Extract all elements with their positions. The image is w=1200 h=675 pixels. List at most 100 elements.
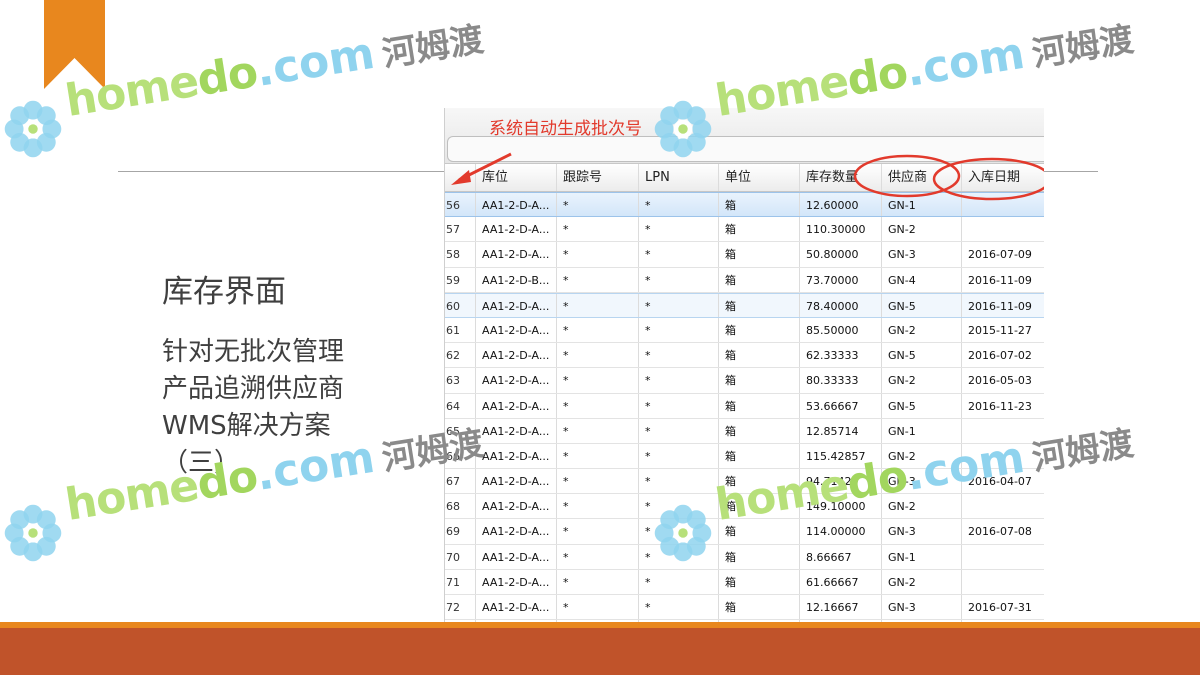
location-cell: AA1-2-D-A... <box>476 418 557 443</box>
batch-no-cell: 367 <box>445 469 476 494</box>
table-row[interactable]: 359AA1-2-D-B...**箱73.70000GN-42016-11-09 <box>445 267 1044 293</box>
batch-no-cell: 366 <box>445 443 476 469</box>
table-row[interactable]: 357AA1-2-D-A...**箱110.30000GN-2 <box>445 217 1044 243</box>
unit-cell: 箱 <box>719 494 800 519</box>
tracking-cell: * <box>557 494 639 519</box>
location-cell: AA1-2-D-A... <box>476 368 557 393</box>
supplier-cell: GN-2 <box>882 217 962 242</box>
location-cell: AA1-2-D-A... <box>476 519 557 544</box>
unit-cell: 箱 <box>719 569 800 594</box>
location-cell: AA1-2-D-A... <box>476 469 557 494</box>
grid-body: 356AA1-2-D-A...**箱12.60000GN-1357AA1-2-D… <box>445 192 1044 645</box>
table-row[interactable]: 365AA1-2-D-A...**箱12.85714GN-1 <box>445 418 1044 444</box>
unit-cell: 箱 <box>719 418 800 443</box>
lpn-cell: * <box>639 293 719 317</box>
tracking-cell: * <box>557 368 639 393</box>
unit-cell: 箱 <box>719 544 800 569</box>
supplier-cell: GN-2 <box>882 368 962 393</box>
table-row[interactable]: 367AA1-2-D-A...**箱94.71429GN-32016-04-07 <box>445 469 1044 495</box>
tracking-cell: * <box>557 569 639 594</box>
table-row[interactable]: 368AA1-2-D-A...**箱149.10000GN-2 <box>445 494 1044 520</box>
inbound-date-cell <box>962 419 1044 443</box>
supplier-cell: GN-1 <box>882 544 962 569</box>
location-cell: AA1-2-D-A... <box>476 569 557 594</box>
body-line: WMS解决方案 <box>162 411 331 441</box>
watermark-flower-icon <box>4 504 62 562</box>
batch-no-cell: 364 <box>445 393 476 418</box>
tracking-cell: * <box>557 595 639 620</box>
table-row[interactable]: 370AA1-2-D-A...**箱8.66667GN-1 <box>445 544 1044 570</box>
batch-no-cell: 362 <box>445 343 476 368</box>
quantity-cell: 53.66667 <box>800 393 882 418</box>
inbound-date-cell <box>962 494 1044 518</box>
quantity-cell: 80.33333 <box>800 368 882 393</box>
tracking-cell: * <box>557 317 639 343</box>
batch-no-cell: 357 <box>445 217 476 242</box>
table-row[interactable]: 364AA1-2-D-A...**箱53.66667GN-52016-11-23 <box>445 393 1044 419</box>
supplier-cell: GN-5 <box>882 393 962 418</box>
tracking-cell: * <box>557 267 639 292</box>
table-row[interactable]: 371AA1-2-D-A...**箱61.66667GN-2 <box>445 569 1044 595</box>
unit-cell: 箱 <box>719 368 800 393</box>
inbound-date-cell: 2016-07-08 <box>968 525 1032 539</box>
unit-cell: 箱 <box>719 469 800 494</box>
lpn-cell: * <box>639 595 719 620</box>
batch-no-cell: 361 <box>445 317 476 343</box>
tracking-cell: * <box>557 443 639 469</box>
quantity-cell: 61.66667 <box>800 569 882 594</box>
batch-no-cell: 372 <box>445 595 476 620</box>
inbound-date-cell: 2016-07-31 <box>968 601 1032 614</box>
tracking-cell: * <box>557 343 639 368</box>
lpn-cell: * <box>639 418 719 443</box>
quantity-cell: 12.85714 <box>800 418 882 443</box>
table-row[interactable]: 363AA1-2-D-A...**箱80.33333GN-22016-05-03 <box>445 368 1044 394</box>
batch-no-cell: 368 <box>445 494 476 519</box>
table-row[interactable]: 369AA1-2-D-A...**箱114.00000GN-32016-07-0… <box>445 519 1044 545</box>
tracking-cell: * <box>557 519 639 544</box>
table-row[interactable]: 358AA1-2-D-A...**箱50.80000GN-32016-07-09 <box>445 242 1044 268</box>
annotation-arrow <box>451 152 512 185</box>
body-line: 针对无批次管理 <box>162 337 345 367</box>
supplier-cell: GN-2 <box>882 443 962 469</box>
location-cell: AA1-2-D-A... <box>476 242 557 267</box>
watermark-domain: .com <box>902 27 1029 97</box>
table-row[interactable]: 362AA1-2-D-A...**箱62.33333GN-52016-07-02 <box>445 343 1044 369</box>
lpn-cell: * <box>639 368 719 393</box>
batch-no-cell: 360 <box>445 293 476 317</box>
location-cell: AA1-2-D-A... <box>476 343 557 368</box>
inbound-date-cell <box>962 444 1044 468</box>
table-row[interactable]: 360AA1-2-D-A...**箱78.40000GN-52016-11-09 <box>445 292 1044 318</box>
unit-cell: 箱 <box>719 217 800 242</box>
supplier-cell: GN-3 <box>882 595 962 620</box>
unit-cell: 箱 <box>719 293 800 317</box>
batch-no-cell: 358 <box>445 242 476 267</box>
quantity-cell: 50.80000 <box>800 242 882 267</box>
slide-title: 库存界面 <box>162 274 286 310</box>
unit-cell: 箱 <box>719 443 800 469</box>
watermark-text: homedo.com河姆渡 <box>62 11 487 127</box>
watermark-brand-suffix: do <box>843 46 911 107</box>
location-cell: AA1-2-D-A... <box>476 393 557 418</box>
lpn-cell: * <box>639 494 719 519</box>
supplier-cell: GN-5 <box>882 343 962 368</box>
unit-cell: 箱 <box>719 393 800 418</box>
table-row[interactable]: 366AA1-2-D-A...**箱115.42857GN-2 <box>445 443 1044 470</box>
supplier-cell: GN-2 <box>882 494 962 519</box>
quantity-cell: 94.71429 <box>800 469 882 494</box>
batch-no-cell: 359 <box>445 267 476 292</box>
unit-cell: 箱 <box>719 267 800 292</box>
table-row[interactable]: 372AA1-2-D-A...**箱12.16667GN-32016-07-31 <box>445 595 1044 621</box>
table-row[interactable]: 361AA1-2-D-A...**箱85.50000GN-22015-11-27 <box>445 317 1044 344</box>
location-cell: AA1-2-D-A... <box>476 595 557 620</box>
tracking-cell: * <box>557 469 639 494</box>
location-cell: AA1-2-D-A... <box>476 317 557 343</box>
lpn-cell: * <box>639 544 719 569</box>
supplier-cell: GN-3 <box>882 242 962 267</box>
supplier-cell: GN-3 <box>882 469 962 494</box>
tracking-cell: * <box>557 242 639 267</box>
lpn-cell: * <box>639 569 719 594</box>
lpn-cell: * <box>639 267 719 292</box>
supplier-cell: GN-2 <box>882 569 962 594</box>
body-line: （三） <box>162 448 241 478</box>
watermark-domain: .com <box>252 27 379 97</box>
